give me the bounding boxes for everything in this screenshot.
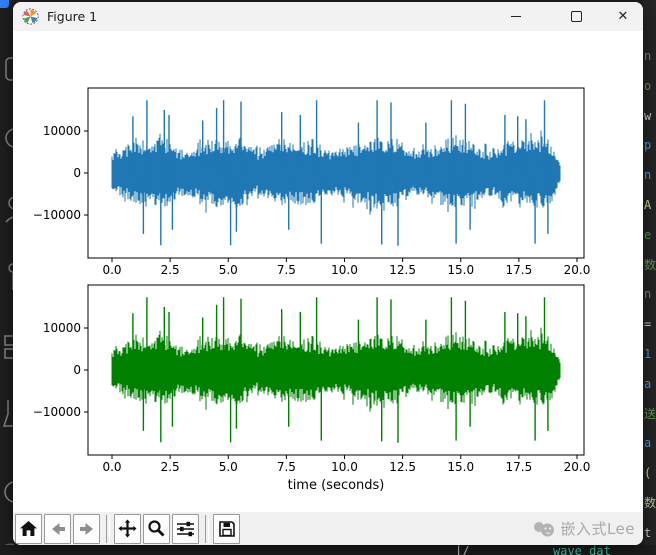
x-tick-label: 17.5 <box>506 460 533 474</box>
code-fragment: p <box>644 138 652 153</box>
code-fragment: o <box>644 78 652 93</box>
zoom-button[interactable] <box>143 513 170 544</box>
code-fragment: 数 <box>644 257 656 272</box>
code-fragment: n <box>644 287 652 302</box>
y-tick-label: −10000 <box>33 405 81 419</box>
window-title: Figure 1 <box>47 9 98 24</box>
y-tick-label: −10000 <box>33 208 81 222</box>
code-fragment: n <box>644 49 652 63</box>
x-tick-label: 7.5 <box>277 263 296 277</box>
code-fragment: e <box>644 227 652 242</box>
matplotlib-toolbar: 嵌入式Lee <box>13 512 643 545</box>
x-tick-label: 17.5 <box>506 263 533 277</box>
x-tick-label: 2.5 <box>161 460 180 474</box>
code-fragment: 送 <box>644 406 656 421</box>
waveform-top <box>111 130 561 215</box>
watermark-text: 嵌入式Lee <box>560 520 635 538</box>
floppy-disk-icon <box>218 520 235 537</box>
background-code-column: n o w p n Ae 数 n = 1 a 送 a(数 t <box>643 0 656 555</box>
x-tick-label: 20.0 <box>564 263 591 277</box>
wechat-mascot-icon <box>534 521 555 536</box>
figure-canvas[interactable]: 0.0 2.5 5.0 7.5 10.0 12.5 15.0 17.5 20.0 10000 0 −1… <box>13 31 643 512</box>
title-bar[interactable]: Figure 1 ✕ <box>13 2 643 31</box>
x-tick-label: 0.0 <box>102 263 121 277</box>
x-tick-label: 5.0 <box>219 460 238 474</box>
y-tick-label: 10000 <box>43 321 81 335</box>
background-activity-bar <box>0 0 14 555</box>
forward-button[interactable] <box>73 513 100 544</box>
code-fragment: a <box>644 436 652 451</box>
magnifier-icon <box>148 520 165 537</box>
x-tick-label: 20.0 <box>564 460 591 474</box>
code-fragment: ( <box>644 466 652 481</box>
code-fragment: |/ <box>455 545 470 555</box>
configure-subplots-button[interactable] <box>172 513 199 544</box>
home-button[interactable] <box>15 513 42 544</box>
code-fragment: a <box>644 376 652 391</box>
code-fragment: 数 <box>644 496 656 510</box>
x-tick-label: 15.0 <box>447 460 474 474</box>
code-fragment: wave_dat <box>553 545 611 555</box>
code-fragment: w <box>644 108 652 123</box>
maximize-button[interactable] <box>556 2 596 31</box>
x-tick-label: 15.0 <box>447 263 474 277</box>
figure-window: Figure 1 ✕ 0.0 2.5 5.0 7.5 10.0 12.5 15.0 17.5 2… <box>13 2 643 545</box>
code-fragment: = <box>644 317 652 332</box>
back-button[interactable] <box>44 513 71 544</box>
forward-arrow-icon <box>79 522 93 535</box>
sliders-icon <box>177 521 194 536</box>
code-fragment: n <box>644 168 652 183</box>
x-tick-label: 2.5 <box>161 263 180 277</box>
toolbar-separator <box>106 514 110 543</box>
minimize-button[interactable] <box>496 2 536 31</box>
close-button[interactable]: ✕ <box>603 2 643 31</box>
y-tick-label: 0 <box>73 363 81 377</box>
y-tick-label: 0 <box>73 166 81 180</box>
y-tick-label: 10000 <box>43 124 81 138</box>
watermark: 嵌入式Lee <box>533 512 635 545</box>
x-tick-label: 10.0 <box>331 460 358 474</box>
x-tick-label: 12.5 <box>389 460 416 474</box>
code-fragment: 1 <box>644 347 652 361</box>
matplotlib-logo-icon <box>22 8 39 25</box>
x-axis-label: time (seconds) <box>288 478 385 493</box>
waveform-bottom <box>111 327 561 412</box>
pan-icon <box>118 519 137 538</box>
home-icon <box>20 520 37 536</box>
pan-button[interactable] <box>114 513 141 544</box>
close-icon: ✕ <box>617 9 629 24</box>
maximize-icon <box>570 11 582 22</box>
x-tick-label: 12.5 <box>389 263 416 277</box>
back-arrow-icon <box>51 522 65 535</box>
x-tick-label: 0.0 <box>102 460 121 474</box>
background-code-line: |/ wave_dat <box>0 545 656 555</box>
figure-canvas-area: 0.0 2.5 5.0 7.5 10.0 12.5 15.0 17.5 20.0 10000 0 −1… <box>13 31 643 512</box>
toolbar-separator <box>205 514 209 543</box>
background-partial-icons <box>0 0 14 555</box>
minimize-icon <box>511 16 521 17</box>
code-fragment: A <box>644 198 652 212</box>
code-fragment: t <box>644 525 652 540</box>
save-button[interactable] <box>213 513 240 544</box>
x-tick-label: 7.5 <box>277 460 296 474</box>
x-tick-label: 5.0 <box>219 263 238 277</box>
desktop: n o w p n Ae 数 n = 1 a 送 a(数 t |/ wave_dat Figure 1 ✕… <box>0 0 656 555</box>
x-tick-label: 10.0 <box>331 263 358 277</box>
